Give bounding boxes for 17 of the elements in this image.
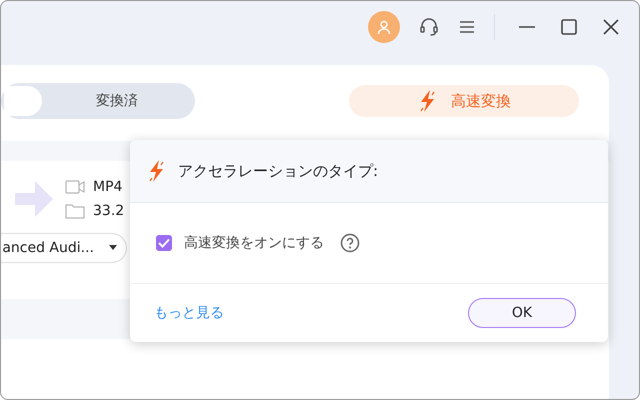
caret-icon bbox=[108, 244, 118, 252]
format-label: MP4 bbox=[93, 179, 122, 195]
audio-dropdown[interactable]: anced Audi... bbox=[1, 233, 127, 263]
file-size: 33.2 bbox=[93, 203, 124, 219]
folder-icon bbox=[65, 203, 85, 219]
ok-button[interactable]: OK bbox=[468, 298, 576, 328]
checkbox-label: 高速変換をオンにする bbox=[184, 234, 324, 252]
headset-icon[interactable] bbox=[418, 16, 440, 38]
dialog-title: アクセラレーションのタイプ: bbox=[178, 162, 378, 180]
menu-icon[interactable] bbox=[458, 19, 476, 35]
arrow-icon bbox=[15, 179, 53, 219]
tab[interactable]: 変換済 bbox=[42, 86, 192, 116]
checkbox[interactable] bbox=[156, 235, 172, 251]
video-camera-icon bbox=[65, 180, 85, 194]
maximize-icon[interactable] bbox=[559, 17, 579, 37]
close-icon[interactable] bbox=[601, 17, 621, 37]
help-icon[interactable] bbox=[340, 233, 360, 253]
